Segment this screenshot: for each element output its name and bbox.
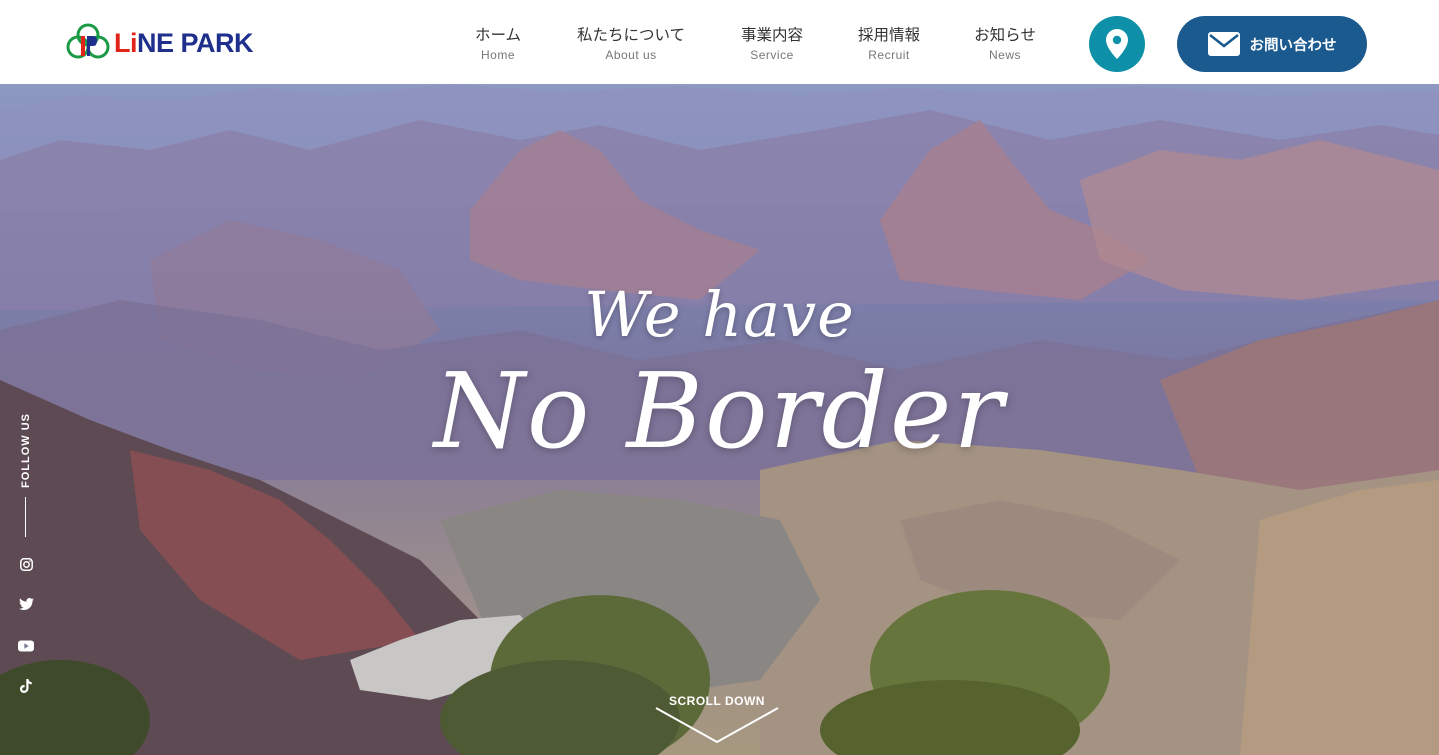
envelope-icon [1207, 32, 1240, 56]
contact-button[interactable]: お問い合わせ [1177, 16, 1367, 72]
site-header: LiNE PARK ホーム Home 私たちについて About us 事業内容… [0, 0, 1439, 84]
nav-item-service[interactable]: 事業内容 Service [738, 25, 806, 63]
instagram-link[interactable] [18, 556, 34, 572]
nav-item-label-jp: 採用情報 [857, 26, 920, 44]
scroll-down-button[interactable]: SCROLL DOWN [654, 694, 780, 746]
chevron-down-icon [655, 707, 779, 744]
youtube-link[interactable] [18, 638, 34, 654]
nav-item-label-en: Service [750, 48, 794, 62]
map-button[interactable] [1089, 16, 1145, 72]
nav-item-recruit[interactable]: 採用情報 Recruit [855, 25, 923, 63]
logo-text: LiNE PARK [114, 27, 254, 58]
hero-headline-large: No Border [433, 350, 1006, 472]
follow-us-label: FOLLOW US [20, 413, 32, 488]
nav-item-home[interactable]: ホーム Home [472, 25, 524, 63]
nav-item-label-en: News [988, 48, 1021, 62]
logo[interactable]: LiNE PARK [66, 22, 276, 64]
nav-item-news[interactable]: お知らせ News [971, 25, 1039, 63]
youtube-icon [18, 640, 34, 652]
contact-button-label: お問い合わせ [1249, 37, 1337, 54]
tiktok-link[interactable] [18, 678, 34, 694]
nav-item-label-jp: 私たちについて [576, 26, 686, 44]
map-pin-icon [1106, 29, 1128, 59]
nav-item-label-en: Recruit [868, 48, 910, 62]
nav-item-label-jp: お知らせ [974, 26, 1036, 44]
instagram-icon [19, 557, 33, 571]
hero-headline-small: We have [584, 278, 855, 351]
nav-item-label-jp: 事業内容 [740, 26, 803, 44]
nav-item-label-jp: ホーム [474, 26, 522, 44]
tiktok-icon [20, 679, 32, 693]
twitter-icon [18, 598, 34, 610]
nav-item-about[interactable]: 私たちについて About us [572, 25, 690, 63]
follow-us: FOLLOW US [18, 413, 34, 488]
nav-item-label-en: About us [605, 48, 657, 62]
logo-mark-icon [66, 23, 110, 59]
twitter-link[interactable] [18, 596, 34, 612]
nav-item-label-en: Home [480, 48, 515, 62]
follow-divider [25, 497, 26, 537]
